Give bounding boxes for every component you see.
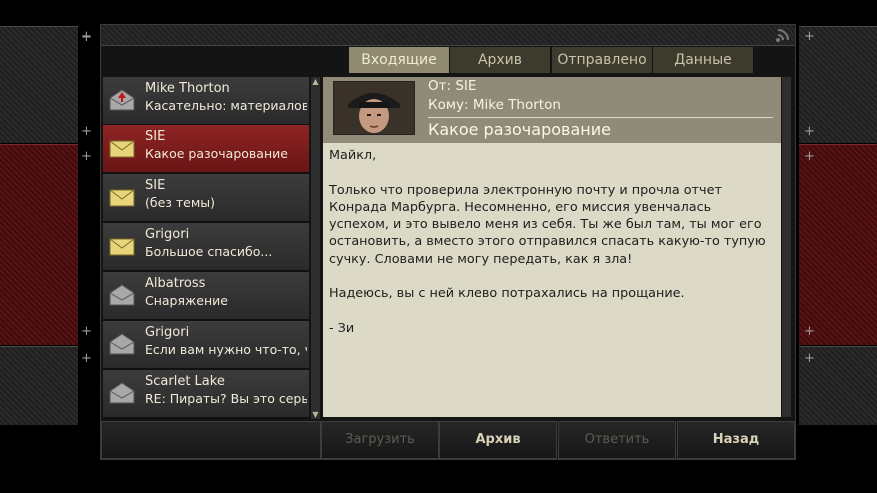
header-divider <box>428 117 773 118</box>
envelope-alert-icon <box>109 89 135 111</box>
scroll-down-icon[interactable]: ▼ <box>311 410 320 419</box>
envelope-open-icon <box>109 382 135 404</box>
left-panel-middle <box>0 144 78 345</box>
message-sender: SIE <box>145 129 166 144</box>
message-subject: Большое спасибо... <box>145 244 273 259</box>
scroll-up-icon[interactable]: ▲ <box>311 77 320 86</box>
plus-icon: + <box>81 29 92 44</box>
envelope-icon <box>109 238 135 256</box>
message-sender: Scarlet Lake <box>145 374 225 389</box>
body-paragraph: Майкл, <box>329 148 377 163</box>
message-subject: Если вам нужно что-то, ч... <box>145 342 307 357</box>
list-item[interactable]: Scarlet Lake RE: Пираты? Вы это серь... <box>103 370 309 418</box>
body-paragraph: - Зи <box>329 320 355 336</box>
right-panel-middle <box>799 144 877 345</box>
left-panel-top: + <box>0 26 92 143</box>
envelope-icon <box>109 140 135 158</box>
message-sender: Mike Thorton <box>145 81 230 96</box>
message-sender: Grigori <box>145 325 190 340</box>
plus-icon: + <box>804 29 815 44</box>
message-subject-title: Какое разочарование <box>428 120 611 139</box>
message-sender: Albatross <box>145 276 206 291</box>
signal-icon <box>776 29 789 42</box>
list-item[interactable]: Albatross Снаряжение <box>103 272 309 320</box>
envelope-icon <box>109 189 135 207</box>
list-item[interactable]: SIE Какое разочарование <box>103 125 309 173</box>
load-button[interactable]: Загрузить <box>321 421 439 459</box>
sender-portrait-image <box>334 82 414 134</box>
action-bar-blank <box>101 421 321 459</box>
plus-icon: + <box>804 124 815 139</box>
plus-icon: + <box>804 351 815 366</box>
message-subject: Касательно: материалов ... <box>145 98 307 113</box>
plus-icon: + <box>81 351 92 366</box>
archive-button[interactable]: Архив <box>439 421 557 459</box>
reply-button[interactable]: Ответить <box>558 421 676 459</box>
message-subject: (без темы) <box>145 195 216 210</box>
plus-icon: + <box>81 149 92 164</box>
tab-data[interactable]: Данные <box>653 47 754 73</box>
window-title-strip <box>101 25 795 46</box>
game-screen: + + + + + + + + + + + Входящие Архив Отп… <box>0 0 877 493</box>
body-paragraph: Надеюсь, вы с ней клево потрахались на п… <box>329 286 685 302</box>
body-paragraph: Только что проверила электронную почту и… <box>329 182 766 267</box>
sender-portrait <box>333 81 415 135</box>
tab-inbox[interactable]: Входящие <box>349 47 450 73</box>
plus-icon: + <box>804 324 815 339</box>
back-button[interactable]: Назад <box>677 421 795 459</box>
list-item[interactable]: Grigori Большое спасибо... <box>103 223 309 271</box>
message-subject: RE: Пираты? Вы это серь... <box>145 391 307 406</box>
plus-icon: + <box>804 149 815 164</box>
tab-archive[interactable]: Архив <box>450 47 551 73</box>
message-reader: От: SIE Кому: Mike Thorton Какое разочар… <box>323 77 781 417</box>
mail-tabs: Входящие Архив Отправлено Данные <box>349 47 795 73</box>
message-list-scrollbar[interactable]: ▲ ▼ <box>311 77 320 419</box>
plus-icon: + <box>81 124 92 139</box>
message-subject: Снаряжение <box>145 293 228 308</box>
message-to: Кому: Mike Thorton <box>428 97 561 113</box>
email-window: Входящие Архив Отправлено Данные Mike Th… <box>100 24 796 460</box>
left-panel-bottom <box>0 346 78 425</box>
list-item[interactable]: SIE (без темы) <box>103 174 309 222</box>
tab-sent[interactable]: Отправлено <box>552 47 653 73</box>
plus-icon: + <box>81 324 92 339</box>
message-from: От: SIE <box>428 78 477 94</box>
message-body: Майкл, Только что проверила электронную … <box>329 147 771 355</box>
envelope-open-icon <box>109 333 135 355</box>
message-sender: Grigori <box>145 227 190 242</box>
list-item[interactable]: Mike Thorton Касательно: материалов ... <box>103 77 309 125</box>
message-list: Mike Thorton Касательно: материалов ... … <box>103 77 309 419</box>
message-sender: SIE <box>145 178 166 193</box>
list-item[interactable]: Grigori Если вам нужно что-то, ч... <box>103 321 309 369</box>
message-reader-scrollbar[interactable] <box>782 77 791 417</box>
message-subject: Какое разочарование <box>145 146 288 161</box>
message-header: От: SIE Кому: Mike Thorton Какое разочар… <box>323 77 781 143</box>
action-bar: Загрузить Архив Ответить Назад <box>101 421 795 459</box>
envelope-open-icon <box>109 284 135 306</box>
